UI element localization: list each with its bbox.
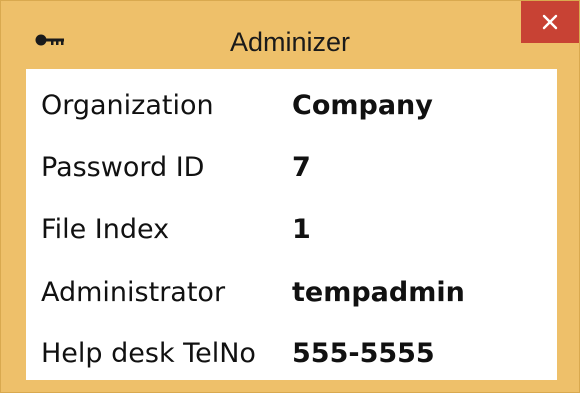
window-title: Adminizer xyxy=(229,27,351,57)
field-label: Organization xyxy=(41,90,214,121)
field-label: Help desk TelNo xyxy=(41,338,256,369)
field-label: File Index xyxy=(41,214,170,245)
info-panel: Organization Company Password ID 7 File … xyxy=(26,69,557,380)
field-value: 1 xyxy=(292,214,311,245)
close-icon xyxy=(542,14,558,30)
field-value: Company xyxy=(292,90,433,121)
field-value: 7 xyxy=(292,152,311,183)
field-row-help-desk-telno: Help desk TelNo 555-5555 xyxy=(26,323,557,385)
field-value: 555-5555 xyxy=(292,338,435,369)
field-row-organization: Organization Company xyxy=(26,75,557,137)
close-button[interactable] xyxy=(521,1,579,43)
field-value: tempadmin xyxy=(292,277,465,308)
field-label: Password ID xyxy=(41,152,205,183)
dialog-window: Adminizer Organization Company Password … xyxy=(0,0,580,393)
field-label: Administrator xyxy=(41,277,226,308)
field-row-password-id: Password ID 7 xyxy=(26,137,557,199)
title-bar[interactable]: Adminizer xyxy=(1,1,579,63)
field-row-administrator: Administrator tempadmin xyxy=(26,262,557,324)
field-row-file-index: File Index 1 xyxy=(26,199,557,261)
